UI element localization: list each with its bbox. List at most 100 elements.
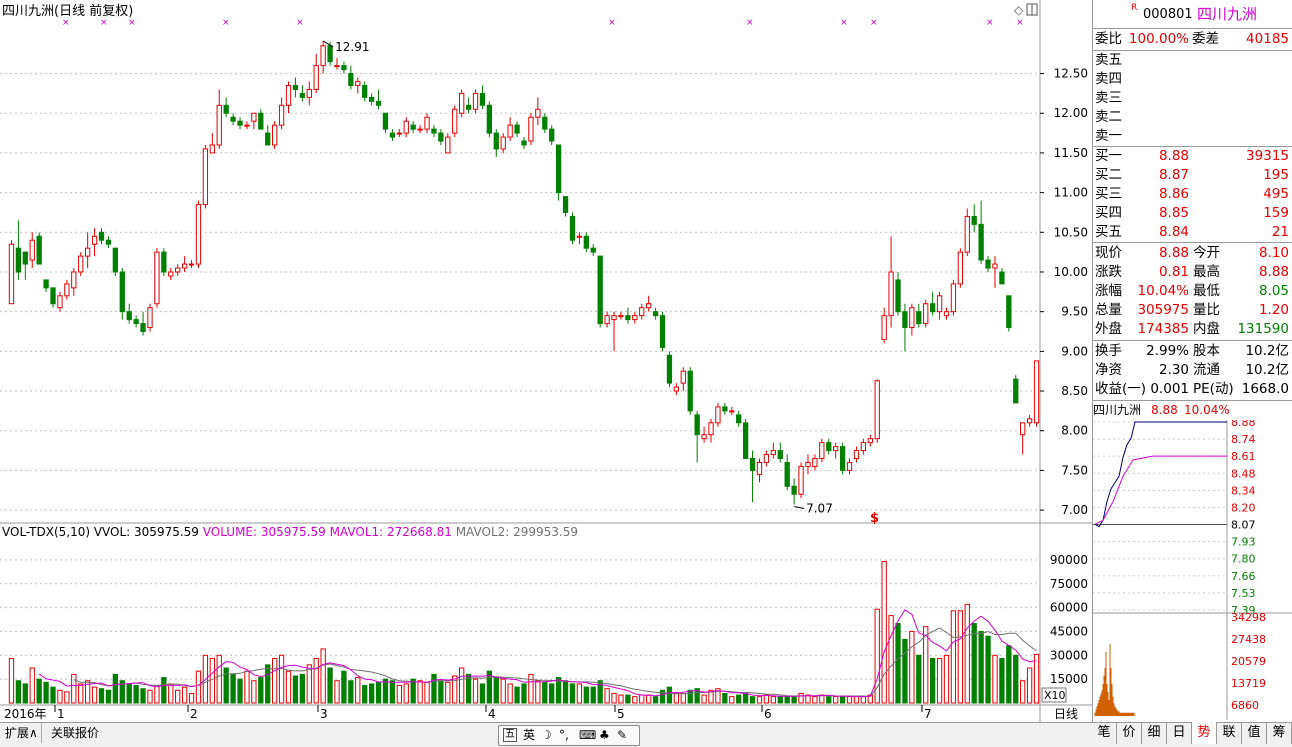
- candle-body: [555, 144, 562, 194]
- intraday-chart[interactable]: 8.88 8.74 8.61 8.48 8.34 8.20 8.07 7.93 7.80 7.66…: [1093, 420, 1292, 720]
- candle-body: [1020, 422, 1026, 436]
- volume-bar: [147, 689, 153, 704]
- price-axis-label: 12.00: [1054, 106, 1088, 120]
- volume-bar: [673, 692, 680, 704]
- row-vol: 159: [1263, 205, 1289, 221]
- volume-bar: [50, 686, 56, 704]
- kline-chart[interactable]: 12.50 12.00 11.50 11.00 10.50 10.00 9.50 9.00 8.…: [0, 0, 1092, 722]
- label-left: 换手: [1095, 343, 1122, 359]
- volume-bar: [292, 675, 299, 704]
- volume-bar: [299, 673, 306, 704]
- related-quote-button[interactable]: 关联报价: [48, 723, 102, 743]
- punctuation-icon[interactable]: °,: [559, 727, 569, 743]
- volume-bar: [964, 603, 970, 704]
- candle-body: [479, 92, 486, 106]
- candle-body: [583, 235, 589, 249]
- quote-tab-6[interactable]: 值: [1242, 722, 1267, 744]
- volume-bar: [438, 680, 444, 704]
- value-right: 1668.0: [1241, 381, 1289, 397]
- volume-bar: [431, 673, 437, 704]
- candle-body: [978, 223, 984, 261]
- quote-tab-2[interactable]: 细: [1142, 722, 1167, 744]
- volume-bar: [763, 694, 770, 704]
- volume-bar: [396, 685, 402, 704]
- quote-tab-7[interactable]: 筹: [1267, 722, 1292, 744]
- candle-body: [91, 235, 98, 245]
- candle-body: [459, 92, 465, 114]
- candle-body: [272, 124, 278, 146]
- volume-bar: [493, 677, 499, 704]
- value-left: 0.001: [1150, 381, 1189, 397]
- candle-body: [999, 271, 1005, 285]
- volume-axis-label: 45000: [1050, 624, 1088, 638]
- candle-body: [680, 370, 686, 384]
- volume-bar: [403, 683, 409, 704]
- volume-bar: [382, 678, 389, 704]
- candle-body: [334, 65, 340, 68]
- volume-header: VOL-TDX(5,10) VVOL: 305975.59 VOLUME: 30…: [2, 525, 578, 539]
- candle-body: [78, 255, 84, 273]
- candle-body: [1013, 378, 1019, 404]
- wrench-icon[interactable]: ✎: [617, 727, 627, 743]
- quote-tab-3[interactable]: 日: [1167, 722, 1192, 744]
- volume-bar: [272, 657, 278, 704]
- expand-button[interactable]: 扩展∧: [2, 723, 42, 743]
- price-axis-label: 12.50: [1054, 67, 1088, 81]
- volume-bar: [348, 680, 354, 704]
- volume-bar: [1033, 653, 1040, 704]
- volume-bar: [736, 694, 742, 704]
- stat-row: 外盘 174385 内盘 131590: [1093, 320, 1291, 339]
- volume-bar: [285, 670, 292, 704]
- volume-bar: [1006, 645, 1012, 704]
- candle-body: [278, 104, 285, 126]
- ime-toolbar[interactable]: 五 英 ☽ °, ⌨ ♣ ✎: [498, 725, 640, 746]
- volume-bar: [742, 692, 749, 704]
- volume-bar: [784, 696, 790, 704]
- candle-body: [452, 108, 458, 134]
- ime-mode-icon[interactable]: 五: [503, 728, 517, 742]
- quote-tab-5[interactable]: 联: [1217, 722, 1242, 744]
- row-label: 买一: [1095, 148, 1122, 164]
- candle-body: [493, 132, 499, 150]
- candle-body: [216, 104, 222, 146]
- volume-bar: [29, 667, 35, 704]
- candle-body: [549, 128, 555, 142]
- date-month: 3: [320, 707, 328, 721]
- quote-tab-4[interactable]: 势: [1192, 722, 1217, 744]
- candle-body: [514, 124, 520, 134]
- candle-body: [576, 235, 583, 238]
- candle-body: [500, 136, 506, 150]
- moon-icon[interactable]: ☽: [541, 727, 552, 743]
- value-left: 8.88: [1158, 245, 1189, 261]
- volume-bar: [91, 686, 98, 704]
- volume-bar: [833, 696, 839, 704]
- volume-bar: [992, 654, 998, 704]
- candle-body: [957, 251, 963, 285]
- value-right: 10.2亿: [1245, 362, 1289, 378]
- mini-price-label: 8.61: [1231, 450, 1256, 463]
- volume-bar: [368, 683, 375, 704]
- volume-bar: [978, 630, 984, 704]
- date-month: 5: [617, 707, 625, 721]
- keyboard-icon[interactable]: ⌨: [579, 727, 596, 743]
- volume-bar: [8, 657, 15, 704]
- candle-body: [784, 461, 790, 487]
- quote-tab-1[interactable]: 价: [1117, 722, 1142, 744]
- volume-bar: [583, 686, 589, 704]
- value-left: 0.81: [1158, 264, 1189, 280]
- candle-body: [230, 116, 236, 122]
- candle-body: [749, 458, 756, 471]
- candle-body: [71, 271, 77, 289]
- volume-bar: [895, 623, 901, 704]
- skin-icon[interactable]: ♣: [599, 727, 610, 743]
- label-left: 涨幅: [1095, 283, 1122, 299]
- candle-body: [597, 255, 603, 325]
- ime-lang-toggle[interactable]: 英: [523, 727, 535, 743]
- label-left: 收益(一): [1095, 381, 1147, 397]
- candle-body: [569, 215, 576, 241]
- candle-body: [1006, 295, 1012, 329]
- quote-tab-0[interactable]: 笔: [1092, 722, 1117, 744]
- mini-vol-label: 20579: [1231, 655, 1266, 668]
- mini-price-label: 8.88: [1231, 420, 1256, 429]
- volume-bar: [424, 681, 430, 704]
